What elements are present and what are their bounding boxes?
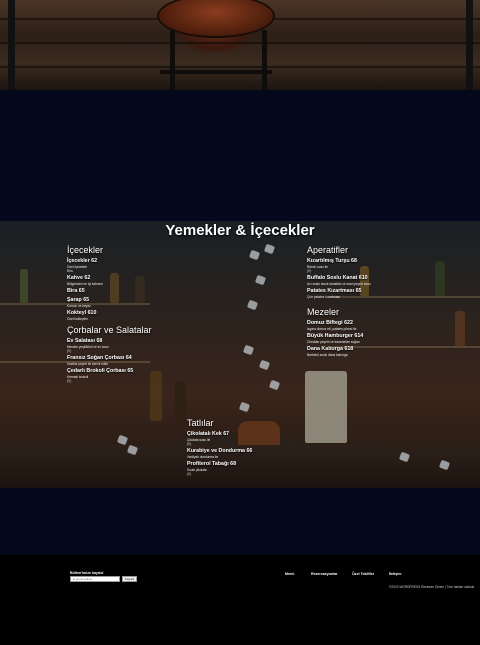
menu-item: Kahve 62 Bölgemizin en iyi kahvesi — [67, 275, 182, 286]
menu-item-tag: (V) — [187, 442, 192, 446]
menu-item-name: Şarap 65 — [67, 297, 90, 303]
menu-column-center: Tatlılar Çikolatalı Kek 67 Çikolata sosu… — [187, 418, 302, 478]
menu-item-desc: Bölgemizin en iyi kahvesi — [67, 282, 103, 286]
menu-item-name: Bira 65 — [67, 288, 85, 294]
menu-item: Ev Salatası 68 Mevsim yeşillikleri ve ev… — [67, 338, 182, 353]
newsletter-label: Bülten'imize kaydol — [70, 571, 104, 575]
menu-item-name: Çikolatalı Kek 67 — [187, 431, 230, 437]
category-title: Aperatifler — [307, 245, 349, 255]
menu-item-name: Buffalo Soslu Kanat 610 — [307, 275, 368, 281]
menu-item-name: Kokteyl 610 — [67, 310, 97, 316]
menu-item-name: Domuz Biftegi 622 — [307, 320, 353, 326]
menu-section: Yemekler & İçecekler İçecekler İçecekler… — [0, 221, 480, 488]
menu-item: Kızartılmış Turşu 68 Ranch sosu ile (V) — [307, 258, 422, 273]
hero-image — [0, 0, 480, 90]
menu-item-name: Kahve 62 — [67, 275, 91, 281]
menu-title: Yemekler & İçecekler — [165, 222, 315, 239]
menu-item-desc: Acı soslu tavuk kanatları ve mavi peynir… — [307, 282, 371, 286]
category-title: Mezeler — [307, 307, 340, 317]
menu-item-name: Kurabiye ve Dondurma 66 — [187, 448, 253, 454]
menu-item: İçecekler 62 Özel İçecekler Bira — [67, 258, 182, 273]
category-soups-salads: Çorbalar ve Salatalar Ev Salatası 68 Mev… — [67, 325, 182, 383]
menu-item: Büyük Hamburger 614 Cheddar peyniri ve k… — [307, 333, 422, 344]
menu-item: Domuz Biftegi 622 Izgara domuz eti, pata… — [307, 320, 422, 331]
menu-item: Dana Kaburga 618 Barbekü soslu dana kabu… — [307, 346, 422, 357]
footer-link-offers[interactable]: Özel Teklifler — [352, 572, 374, 576]
menu-item-tag: (V) — [307, 269, 312, 273]
category-appetizers: Aperatifler Kızartılmış Turşu 68 Ranch s… — [307, 245, 422, 299]
menu-item: Buffalo Soslu Kanat 610 Acı soslu tavuk … — [307, 275, 422, 286]
menu-item: Çikolatalı Kek 67 Çikolata sosu ile (V) — [187, 431, 302, 446]
menu-item-desc: Barbekü soslu dana kaburga — [307, 353, 348, 357]
menu-item-desc: Izgara domuz eti, patates püresi ile — [307, 327, 357, 331]
menu-item-desc: Çıtır patates kızartması — [307, 295, 340, 299]
menu-item-desc: Gratine peynir ile servis edilir — [67, 362, 108, 366]
menu-item-desc: Cheddar peyniri ve karamelize soğan — [307, 340, 360, 344]
footer-link-reservations[interactable]: Rezervasyonlar — [311, 572, 338, 576]
menu-item: Patates Kızartması 65 Çıtır patates kıza… — [307, 288, 422, 299]
menu-item-name: Kızartılmış Turşu 68 — [307, 258, 357, 264]
menu-item-tag: (V) — [67, 379, 72, 383]
category-title: İçecekler — [67, 245, 104, 255]
menu-item-desc: Kırmızı ve beyaz — [67, 304, 91, 308]
newsletter-email-input[interactable] — [70, 576, 120, 582]
site-footer: Bülten'imize kaydol Kaydol Menü Rezervas… — [0, 555, 480, 645]
menu-item: Profiterol Tabağı 68 Sıcak çikolata (V) — [187, 461, 302, 476]
menu-item: Fransız Soğan Çorbası 64 Gratine peynir … — [67, 355, 182, 366]
menu-item-name: İçecekler 62 — [67, 258, 98, 264]
category-title: Tatlılar — [187, 418, 214, 428]
menu-item-tag: (V) — [67, 349, 72, 353]
menu-item-name: Çedarlı Brokoli Çorbası 65 — [67, 368, 134, 374]
menu-item: Şarap 65 Kırmızı ve beyaz — [67, 297, 182, 308]
category-title: Çorbalar ve Salatalar — [67, 325, 152, 335]
spacer-band — [0, 90, 480, 221]
spacer-band-lower — [0, 488, 480, 555]
menu-column-left: İçecekler İçecekler 62 Özel İçecekler Bi… — [67, 245, 182, 385]
menu-item-name: Fransız Soğan Çorbası 64 — [67, 355, 132, 361]
newsletter-subscribe-button[interactable]: Kaydol — [122, 576, 137, 582]
footer-link-menu[interactable]: Menü — [285, 572, 294, 576]
menu-item-name: Profiterol Tabağı 68 — [187, 461, 237, 467]
menu-item-name: Dana Kaburga 618 — [307, 346, 354, 352]
category-mains: Mezeler Domuz Biftegi 622 Izgara domuz e… — [307, 307, 422, 357]
menu-item: Kokteyl 610 Özel kokteyller — [67, 310, 182, 321]
menu-item-name: Patates Kızartması 65 — [307, 288, 362, 294]
menu-item: Çedarlı Brokoli Çorbası 65 Kremalı broko… — [67, 368, 182, 383]
category-desserts: Tatlılar Çikolatalı Kek 67 Çikolata sosu… — [187, 418, 302, 476]
menu-item-name: Ev Salatası 68 — [67, 338, 103, 344]
menu-item-name: Büyük Hamburger 614 — [307, 333, 364, 339]
menu-column-right: Aperatifler Kızartılmış Turşu 68 Ranch s… — [307, 245, 422, 359]
menu-item: Bira 65 — [67, 288, 182, 295]
copyright-text: ©2023 WORDPRESS Restoran Önizle | Tüm ha… — [389, 585, 476, 589]
footer-link-contact[interactable]: İletişim — [389, 572, 401, 576]
menu-item-desc: Özel kokteyller — [67, 317, 88, 321]
menu-item-tag: Bira — [67, 269, 73, 273]
menu-item: Kurabiye ve Dondurma 66 Vanilyalı dondur… — [187, 448, 302, 459]
category-drinks: İçecekler İçecekler 62 Özel İçecekler Bi… — [67, 245, 182, 321]
menu-item-desc: Vanilyalı dondurma ile — [187, 455, 219, 459]
menu-item-tag: (V) — [187, 472, 192, 476]
